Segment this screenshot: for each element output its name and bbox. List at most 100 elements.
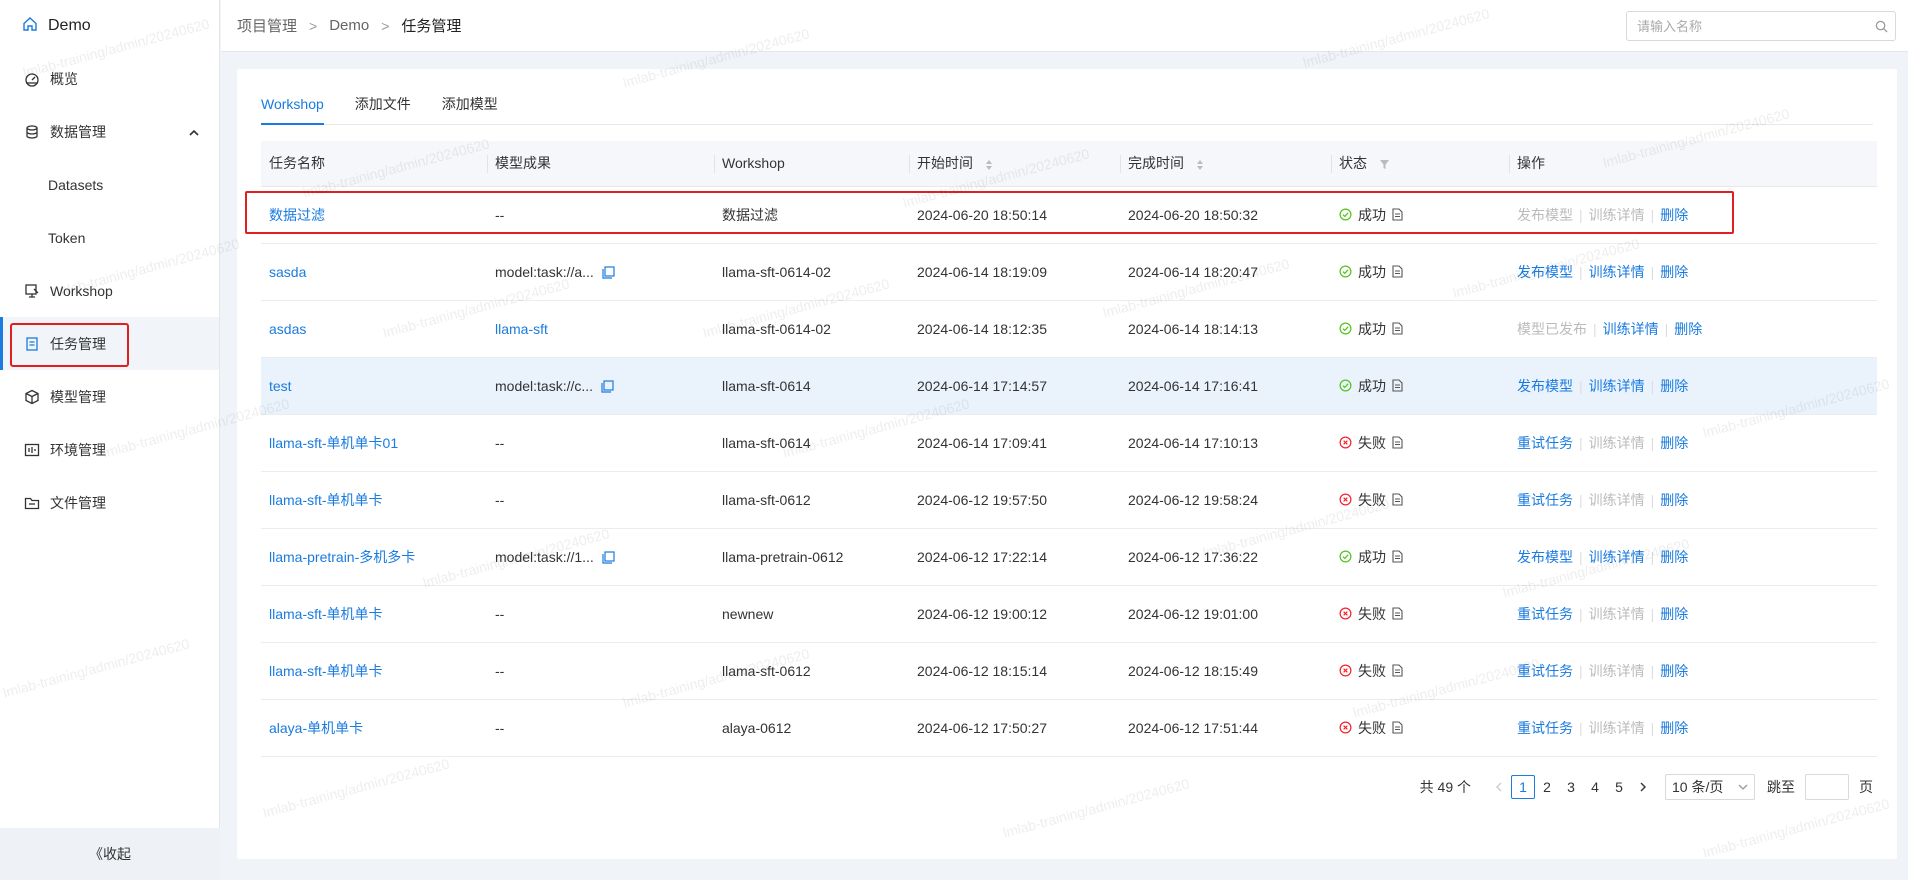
task-name-cell[interactable]: test (261, 357, 487, 415)
sidebar-item-file-management[interactable]: 文件管理 (0, 476, 219, 529)
sort-icon[interactable] (985, 159, 993, 171)
task-name-cell[interactable]: llama-sft-单机单卡 (261, 585, 487, 643)
log-document-icon[interactable] (1392, 265, 1403, 278)
task-name-link[interactable]: asdas (269, 321, 306, 337)
log-document-icon[interactable] (1392, 721, 1403, 734)
jump-page-input[interactable] (1805, 774, 1849, 800)
primary-action-button[interactable]: 重试任务 (1517, 663, 1573, 679)
training-details-button[interactable]: 训练详情 (1589, 435, 1645, 451)
page-size-select[interactable]: 10 条/页 (1665, 774, 1755, 800)
sidebar-item-task-management[interactable]: 任务管理 (0, 317, 219, 370)
task-name-cell[interactable]: asdas (261, 300, 487, 358)
sidebar-item-workshop[interactable]: Workshop (0, 264, 219, 317)
task-name-link[interactable]: test (269, 378, 292, 394)
column-header-start-time[interactable]: 开始时间 (909, 141, 1120, 187)
model-output-value[interactable]: llama-sft (495, 321, 548, 337)
breadcrumb-projects[interactable]: 项目管理 (237, 15, 297, 36)
log-document-icon[interactable] (1392, 550, 1403, 563)
copy-icon[interactable] (602, 266, 615, 279)
primary-action-button[interactable]: 重试任务 (1517, 720, 1573, 736)
log-document-icon[interactable] (1392, 493, 1403, 506)
sidebar-item-overview[interactable]: 概览 (0, 52, 219, 105)
delete-button[interactable]: 删除 (1660, 207, 1688, 223)
task-name-cell[interactable]: llama-pretrain-多机多卡 (261, 528, 487, 586)
column-header-status[interactable]: 状态 (1331, 141, 1509, 187)
task-name-link[interactable]: llama-sft-单机单卡 (269, 663, 383, 679)
tab-add-model[interactable]: 添加模型 (442, 84, 498, 124)
training-details-button[interactable]: 训练详情 (1589, 264, 1645, 280)
delete-button[interactable]: 删除 (1660, 606, 1688, 622)
primary-action-button[interactable]: 发布模型 (1517, 207, 1573, 223)
log-document-icon[interactable] (1392, 607, 1403, 620)
page-1[interactable]: 1 (1511, 775, 1535, 799)
sidebar-item-token[interactable]: Token (0, 211, 219, 264)
sidebar-item-datasets[interactable]: Datasets (0, 158, 219, 211)
training-details-button[interactable]: 训练详情 (1589, 720, 1645, 736)
task-name-link[interactable]: llama-sft-单机单卡 (269, 492, 383, 508)
delete-button[interactable]: 删除 (1660, 720, 1688, 736)
training-details-button[interactable]: 训练详情 (1603, 321, 1659, 337)
task-name-link[interactable]: sasda (269, 264, 306, 280)
delete-button[interactable]: 删除 (1660, 264, 1688, 280)
log-document-icon[interactable] (1392, 664, 1403, 677)
primary-action-button[interactable]: 重试任务 (1517, 492, 1573, 508)
training-details-button[interactable]: 训练详情 (1589, 492, 1645, 508)
next-page-icon[interactable] (1631, 775, 1655, 799)
primary-action-button[interactable]: 发布模型 (1517, 549, 1573, 565)
search-icon[interactable] (1867, 20, 1895, 33)
sidebar-item-data-management[interactable]: 数据管理 (0, 105, 219, 158)
sort-icon[interactable] (1196, 159, 1204, 171)
delete-button[interactable]: 删除 (1660, 378, 1688, 394)
delete-button[interactable]: 删除 (1674, 321, 1702, 337)
task-name-cell[interactable]: llama-sft-单机单卡 (261, 471, 487, 529)
task-name-link[interactable]: llama-pretrain-多机多卡 (269, 549, 415, 565)
delete-button[interactable]: 删除 (1660, 663, 1688, 679)
start-time-cell: 2024-06-12 17:50:27 (909, 699, 1120, 757)
sidebar-item-environment-management[interactable]: 环境管理 (0, 423, 219, 476)
delete-button[interactable]: 删除 (1660, 435, 1688, 451)
primary-action-button[interactable]: 重试任务 (1517, 606, 1573, 622)
page-3[interactable]: 3 (1559, 775, 1583, 799)
delete-button[interactable]: 删除 (1660, 549, 1688, 565)
tab-workshop[interactable]: Workshop (261, 84, 324, 125)
task-name-link[interactable]: 数据过滤 (269, 207, 325, 223)
task-name-link[interactable]: llama-sft-单机单卡01 (269, 435, 398, 451)
primary-action-button[interactable]: 重试任务 (1517, 435, 1573, 451)
model-output-cell: model:task://1... (487, 528, 714, 586)
training-details-button[interactable]: 训练详情 (1589, 606, 1645, 622)
task-name-cell[interactable]: alaya-单机单卡 (261, 699, 487, 757)
tab-add-file[interactable]: 添加文件 (355, 84, 411, 124)
delete-button[interactable]: 删除 (1660, 492, 1688, 508)
page-2[interactable]: 2 (1535, 775, 1559, 799)
column-header-end-time[interactable]: 完成时间 (1120, 141, 1331, 187)
task-name-cell[interactable]: llama-sft-单机单卡 (261, 642, 487, 700)
task-name-link[interactable]: alaya-单机单卡 (269, 720, 363, 736)
sidebar-item-model-management[interactable]: 模型管理 (0, 370, 219, 423)
log-document-icon[interactable] (1392, 436, 1403, 449)
search-input[interactable] (1627, 18, 1867, 34)
breadcrumb-demo[interactable]: Demo (329, 17, 369, 34)
log-document-icon[interactable] (1392, 322, 1403, 335)
copy-icon[interactable] (602, 551, 615, 564)
task-name-cell[interactable]: 数据过滤 (261, 186, 487, 244)
primary-action-button[interactable]: 发布模型 (1517, 378, 1573, 394)
task-name-cell[interactable]: llama-sft-单机单卡01 (261, 414, 487, 472)
page-5[interactable]: 5 (1607, 775, 1631, 799)
project-brand[interactable]: Demo (0, 0, 219, 52)
pagination: 共 49 个 1 2 3 4 5 10 条/页 跳至 页 (1420, 774, 1873, 800)
page-4[interactable]: 4 (1583, 775, 1607, 799)
training-details-button[interactable]: 训练详情 (1589, 663, 1645, 679)
primary-action-button[interactable]: 模型已发布 (1517, 321, 1587, 337)
task-name-link[interactable]: llama-sft-单机单卡 (269, 606, 383, 622)
collapse-sidebar-button[interactable]: 《收起 (0, 828, 220, 880)
training-details-button[interactable]: 训练详情 (1589, 549, 1645, 565)
filter-icon[interactable] (1379, 159, 1390, 170)
training-details-button[interactable]: 训练详情 (1589, 378, 1645, 394)
primary-action-button[interactable]: 发布模型 (1517, 264, 1573, 280)
log-document-icon[interactable] (1392, 208, 1403, 221)
log-document-icon[interactable] (1392, 379, 1403, 392)
task-name-cell[interactable]: sasda (261, 243, 487, 301)
copy-icon[interactable] (601, 380, 614, 393)
training-details-button[interactable]: 训练详情 (1589, 207, 1645, 223)
prev-page-icon[interactable] (1487, 775, 1511, 799)
